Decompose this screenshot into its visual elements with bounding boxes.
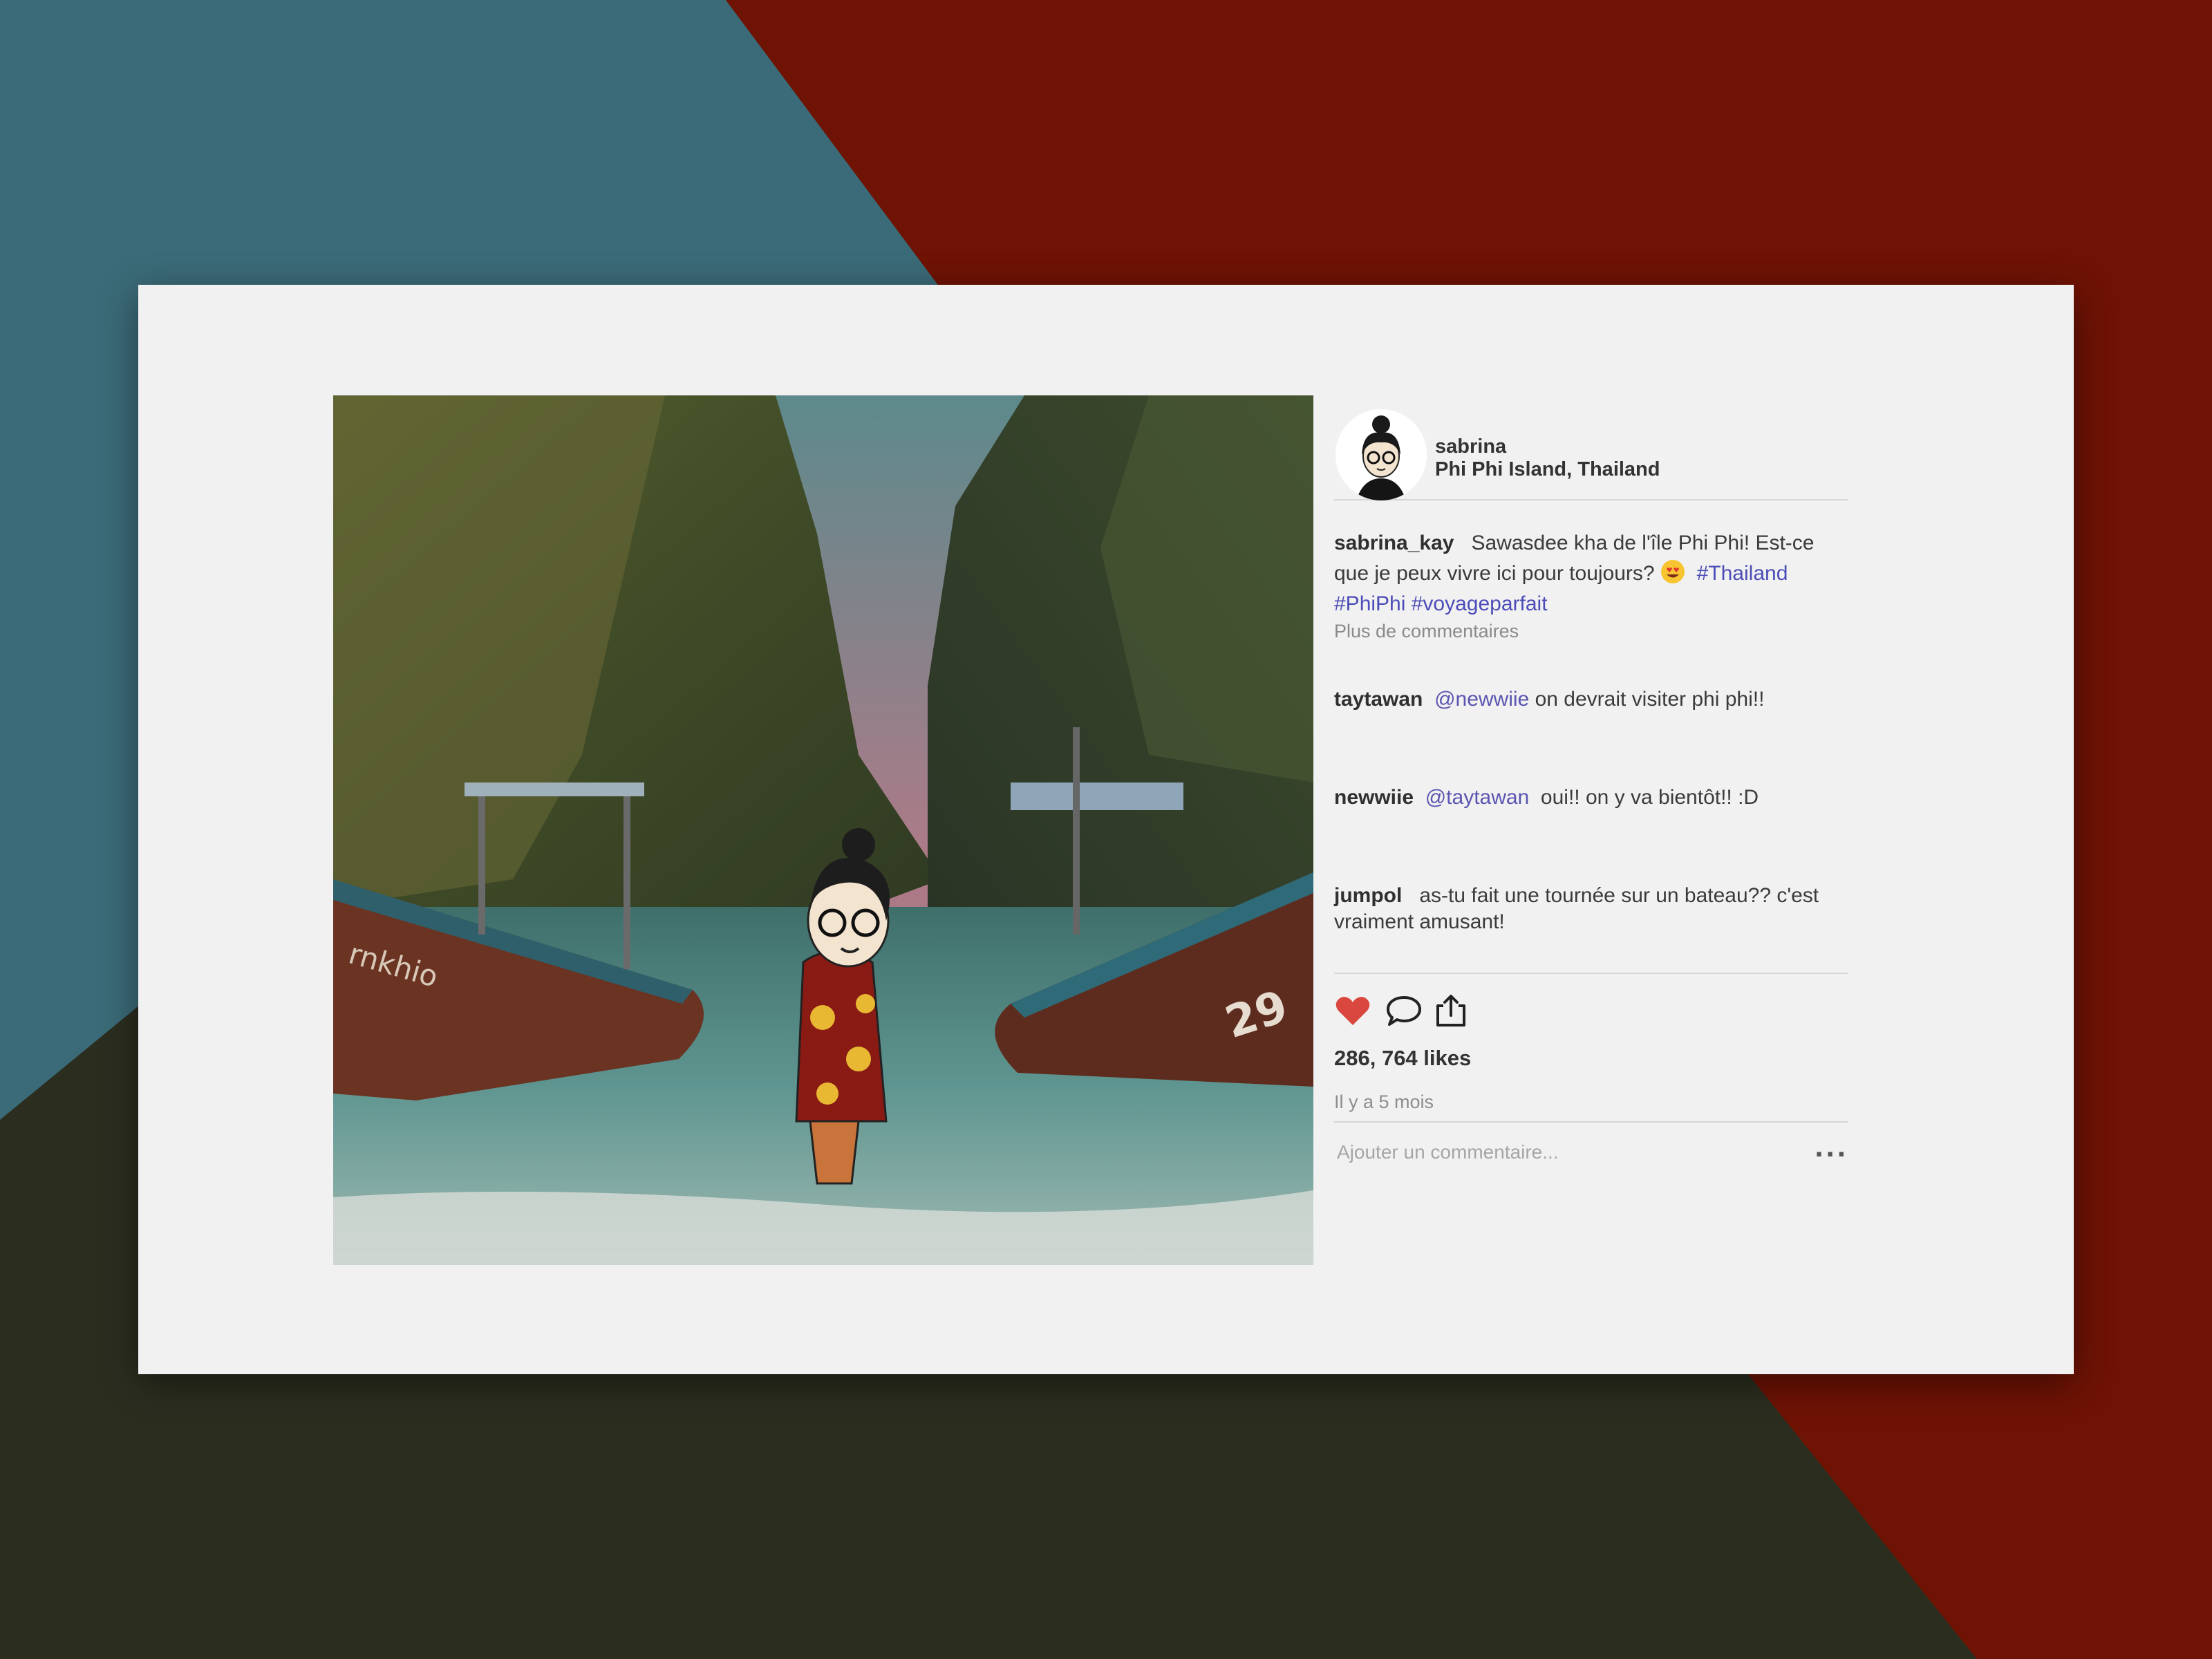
comment-text: as-tu fait une tournée sur un bateau?? c… xyxy=(1334,884,1819,933)
comment-mention[interactable]: @taytawan xyxy=(1425,786,1530,809)
comment-username[interactable]: taytawan xyxy=(1334,688,1423,711)
comment-username[interactable]: jumpol xyxy=(1334,884,1402,907)
action-bar xyxy=(1334,974,1848,1046)
post-details: sabrina Phi Phi Island, Thailand sabrina… xyxy=(1334,395,1848,1192)
comment-username[interactable]: newwiie xyxy=(1334,786,1414,809)
likes-count[interactable]: 286, 764 likes xyxy=(1334,1046,1848,1071)
avatar[interactable] xyxy=(1335,409,1427,500)
post-photo[interactable]: rnkhio 29 xyxy=(333,395,1313,1265)
post-card: rnkhio 29 sabrina Phi Phi Island, Thaila… xyxy=(138,285,2074,1374)
comment-mention[interactable]: @newwiie xyxy=(1434,688,1529,711)
hashtag-link[interactable]: #voyageparfait xyxy=(1412,592,1548,615)
heart-icon[interactable] xyxy=(1334,992,1371,1029)
more-comments-link[interactable]: Plus de commentaires xyxy=(1334,621,1848,642)
caption-username[interactable]: sabrina_kay xyxy=(1334,532,1454,554)
comment: newwiie @taytawan oui!! on y va bientôt!… xyxy=(1334,785,1848,811)
hashtag-link[interactable]: #PhiPhi xyxy=(1334,592,1405,615)
comment: taytawan @newwiie on devrait visiter phi… xyxy=(1334,686,1848,713)
share-icon[interactable] xyxy=(1432,992,1470,1029)
hashtag-link[interactable]: #Thailand xyxy=(1697,562,1788,585)
heart-eyes-emoji-icon xyxy=(1660,560,1685,583)
add-comment-input[interactable] xyxy=(1334,1135,1782,1170)
author-name[interactable]: sabrina xyxy=(1435,435,1506,458)
post-location[interactable]: Phi Phi Island, Thailand xyxy=(1435,458,1660,481)
header-divider xyxy=(1334,499,1848,500)
comment-text: oui!! on y va bientôt!! :D xyxy=(1540,786,1759,809)
comment-text: on devrait visiter phi phi!! xyxy=(1535,688,1765,711)
post-header: sabrina Phi Phi Island, Thailand xyxy=(1334,395,1848,500)
add-comment-row: ... xyxy=(1334,1123,1848,1192)
post-timestamp: Il y a 5 mois xyxy=(1334,1091,1434,1112)
speech-bubble-icon[interactable] xyxy=(1385,992,1423,1029)
post-caption: sabrina_kay Sawasdee kha de l'île Phi Ph… xyxy=(1334,528,1848,619)
more-options-button[interactable]: ... xyxy=(1815,1132,1848,1162)
comment: jumpol as-tu fait une tournée sur un bat… xyxy=(1334,883,1848,935)
